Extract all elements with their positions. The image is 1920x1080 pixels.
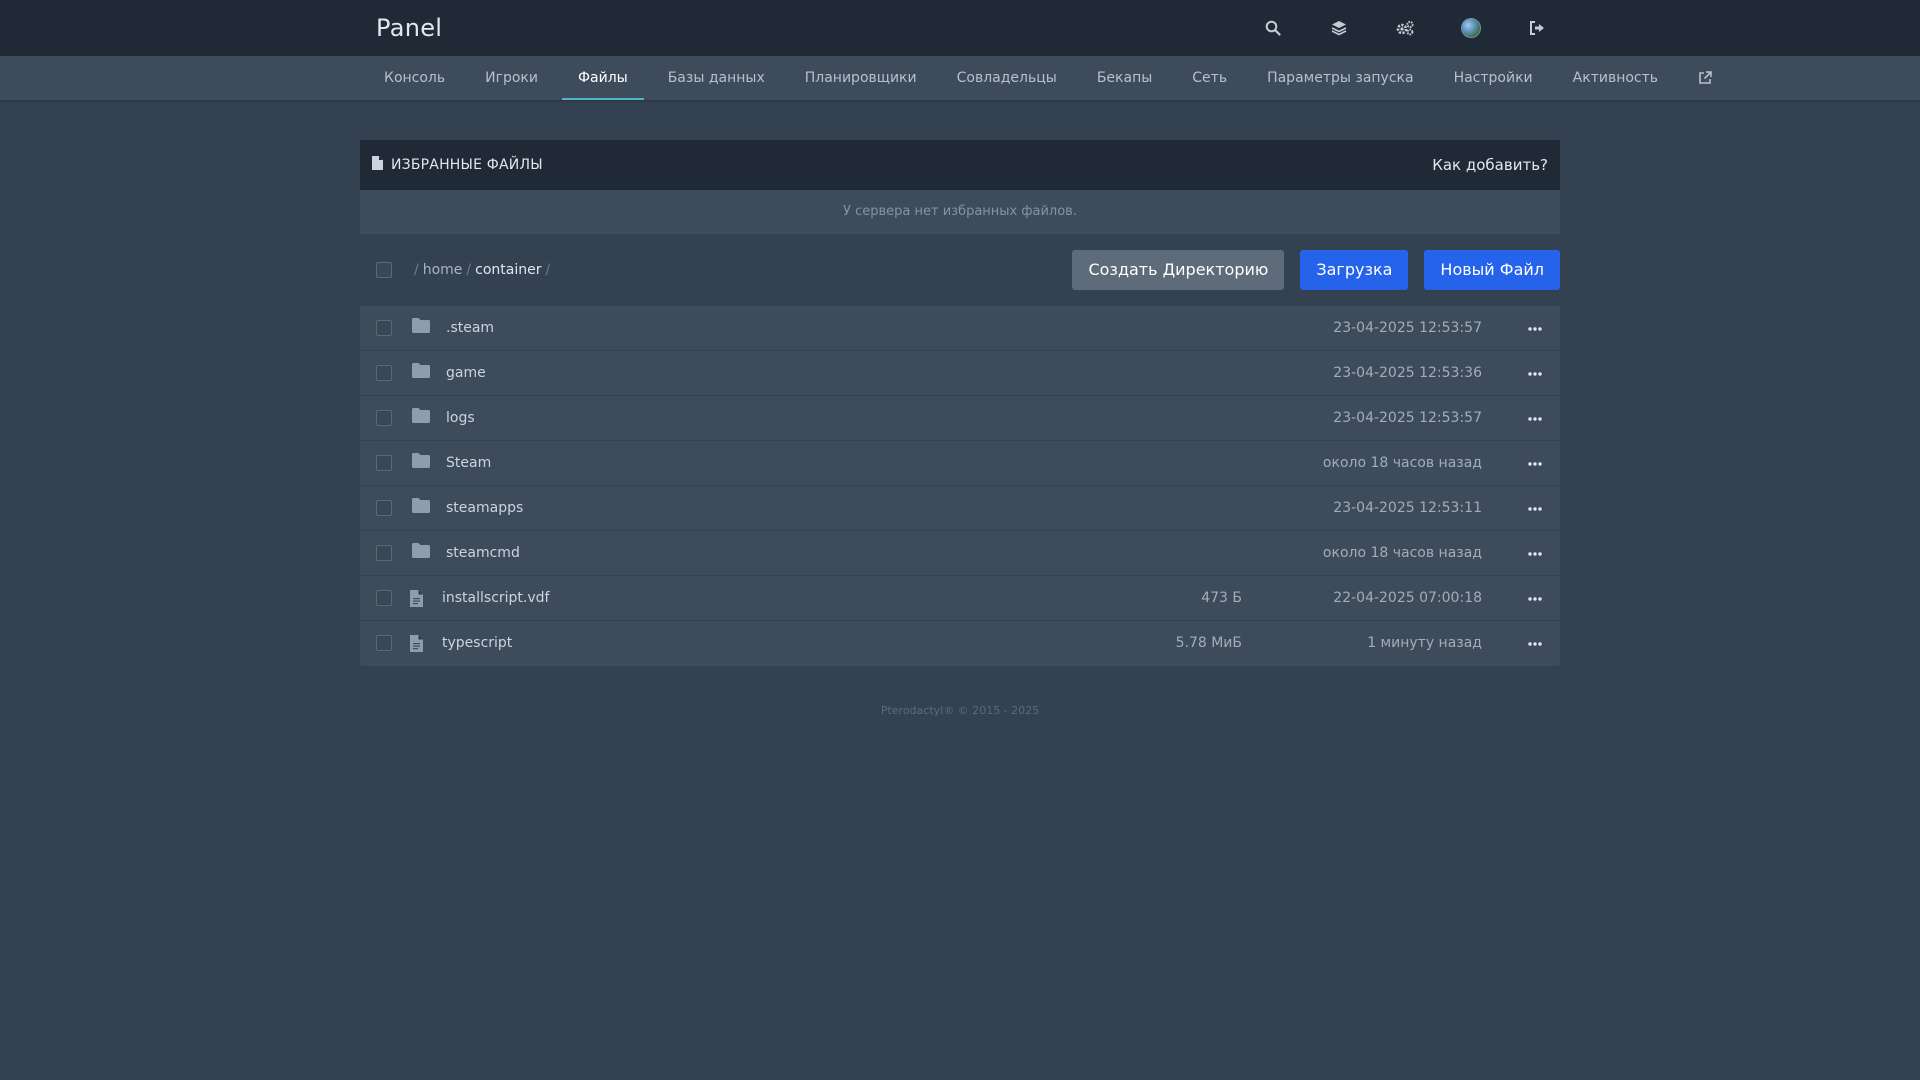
file-modified-date: около 18 часов назад (1322, 455, 1482, 471)
tab-settings[interactable]: Настройки (1438, 56, 1549, 100)
file-name[interactable]: typescript (442, 621, 512, 666)
tab-console[interactable]: Консоль (368, 56, 461, 100)
search-icon[interactable] (1240, 0, 1306, 56)
file-row[interactable]: steamapps 23-04-2025 12:53:11 (360, 486, 1560, 531)
file-row[interactable]: logs 23-04-2025 12:53:57 (360, 396, 1560, 441)
file-name[interactable]: steamapps (446, 486, 523, 531)
breadcrumb-separator: / (545, 262, 551, 278)
file-icon (410, 590, 423, 611)
tab-schedules[interactable]: Планировщики (789, 56, 933, 100)
tab-backups[interactable]: Бекапы (1081, 56, 1168, 100)
file-modified-date: около 18 часов назад (1322, 545, 1482, 561)
sub-navigation: Консоль Игроки Файлы Базы данных Планиро… (0, 56, 1920, 100)
brand-title[interactable]: Panel (376, 0, 442, 56)
file-row[interactable]: steamcmd около 18 часов назад (360, 531, 1560, 576)
top-bar: Panel (0, 0, 1920, 56)
file-modified-date: 22-04-2025 07:00:18 (1333, 590, 1482, 606)
breadcrumb-separator: / (466, 262, 472, 278)
file-name[interactable]: steamcmd (446, 531, 520, 576)
logout-icon[interactable] (1504, 0, 1570, 56)
tab-startup[interactable]: Параметры запуска (1251, 56, 1430, 100)
favorites-title: ИЗБРАННЫЕ ФАЙЛЫ (372, 156, 543, 174)
file-row[interactable]: game 23-04-2025 12:53:36 (360, 351, 1560, 396)
more-options-icon[interactable] (1522, 361, 1548, 387)
more-options-icon[interactable] (1522, 496, 1548, 522)
settings-cogs-icon[interactable] (1372, 0, 1438, 56)
file-name[interactable]: Steam (446, 441, 491, 486)
favorites-empty-message: У сервера нет избранных файлов. (360, 190, 1560, 234)
file-modified-date: 23-04-2025 12:53:36 (1333, 365, 1482, 381)
select-all-checkbox[interactable] (376, 262, 392, 278)
file-name[interactable]: installscript.vdf (442, 576, 549, 621)
external-link-icon[interactable] (1682, 56, 1728, 100)
files-container: ИЗБРАННЫЕ ФАЙЛЫ Как добавить? У сервера … (360, 140, 1560, 666)
footer-copyright: Pterodactyl® © 2015 - 2025 (880, 704, 1040, 717)
more-options-icon[interactable] (1522, 541, 1548, 567)
upload-button[interactable]: Загрузка (1300, 250, 1409, 290)
file-name[interactable]: logs (446, 396, 475, 441)
subnav-tabs: Консоль Игроки Файлы Базы данных Планиро… (368, 56, 1728, 100)
file-name[interactable]: .steam (446, 306, 494, 351)
file-row[interactable]: .steam 23-04-2025 12:53:57 (360, 306, 1560, 351)
more-options-icon[interactable] (1522, 406, 1548, 432)
layers-icon[interactable] (1306, 0, 1372, 56)
favorites-header: ИЗБРАННЫЕ ФАЙЛЫ Как добавить? (360, 140, 1560, 190)
more-options-icon[interactable] (1522, 586, 1548, 612)
create-directory-button[interactable]: Создать Директорию (1072, 250, 1285, 290)
file-size: 5.78 МиБ (1175, 635, 1242, 651)
more-options-icon[interactable] (1522, 451, 1548, 477)
folder-icon (412, 318, 430, 337)
more-options-icon[interactable] (1522, 631, 1548, 657)
file-select-checkbox[interactable] (376, 320, 392, 336)
favorites-title-text: ИЗБРАННЫЕ ФАЙЛЫ (391, 157, 543, 173)
user-avatar[interactable] (1438, 0, 1504, 56)
new-file-button[interactable]: Новый Файл (1424, 250, 1560, 290)
file-modified-date: 23-04-2025 12:53:57 (1333, 320, 1482, 336)
folder-icon (412, 408, 430, 427)
document-icon (372, 156, 383, 174)
folder-icon (412, 453, 430, 472)
file-select-checkbox[interactable] (376, 410, 392, 426)
tab-players[interactable]: Игроки (469, 56, 554, 100)
more-options-icon[interactable] (1522, 316, 1548, 342)
file-select-checkbox[interactable] (376, 590, 392, 606)
breadcrumb-container[interactable]: container (475, 262, 541, 278)
file-select-checkbox[interactable] (376, 455, 392, 471)
how-to-add-link[interactable]: Как добавить? (1432, 156, 1548, 174)
file-row[interactable]: typescript 5.78 МиБ 1 минуту назад (360, 621, 1560, 666)
tab-files[interactable]: Файлы (561, 56, 644, 100)
breadcrumb: / home / container / (410, 262, 554, 278)
breadcrumb-separator: / (414, 262, 419, 278)
file-row[interactable]: installscript.vdf 473 Б 22-04-2025 07:00:1… (360, 576, 1560, 621)
file-modified-date: 23-04-2025 12:53:11 (1333, 500, 1482, 516)
file-modified-date: 23-04-2025 12:53:57 (1333, 410, 1482, 426)
file-row[interactable]: Steam около 18 часов назад (360, 441, 1560, 486)
tab-activity[interactable]: Активность (1557, 56, 1674, 100)
folder-icon (412, 498, 430, 517)
file-icon (410, 635, 423, 656)
file-select-checkbox[interactable] (376, 365, 392, 381)
file-select-checkbox[interactable] (376, 500, 392, 516)
folder-icon (412, 363, 430, 382)
file-toolbar: / home / container / Создать Директорию … (360, 234, 1560, 306)
breadcrumb-home[interactable]: home (423, 262, 463, 278)
file-select-checkbox[interactable] (376, 635, 392, 651)
file-select-checkbox[interactable] (376, 545, 392, 561)
file-name[interactable]: game (446, 351, 486, 396)
file-size: 473 Б (1201, 590, 1242, 606)
file-list: .steam 23-04-2025 12:53:57 game 23-04-2025 … (360, 306, 1560, 666)
tab-databases[interactable]: Базы данных (652, 56, 781, 100)
tab-network[interactable]: Сеть (1176, 56, 1243, 100)
top-icons (1240, 0, 1570, 56)
file-modified-date: 1 минуту назад (1367, 635, 1482, 651)
tab-subusers[interactable]: Совладельцы (941, 56, 1073, 100)
avatar-image (1461, 18, 1481, 38)
folder-icon (412, 543, 430, 562)
